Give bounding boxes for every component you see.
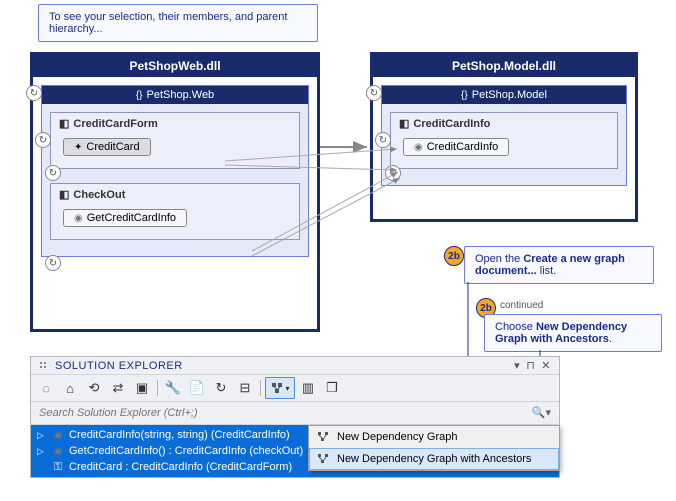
refresh-icon	[375, 132, 391, 148]
window-button[interactable]: ❐	[321, 377, 343, 399]
namespace-header-right: PetShop.Model	[382, 86, 626, 104]
property-icon	[74, 141, 82, 153]
namespace-box-left[interactable]: PetShop.Web CreditCardForm CreditCard Ch…	[41, 85, 309, 257]
member-creditcard[interactable]: CreditCard	[63, 138, 151, 156]
class-box-creditcardinfo[interactable]: CreditCardInfo CreditCardInfo	[390, 112, 618, 169]
sync-button[interactable]: ⟲	[83, 377, 105, 399]
home-button[interactable]: ⌂	[59, 377, 81, 399]
braces-icon	[136, 89, 143, 101]
show-all-button[interactable]: 📄	[186, 377, 208, 399]
collapse-button[interactable]: ⊟	[234, 377, 256, 399]
search-input[interactable]	[37, 405, 553, 421]
view-button[interactable]: ▥	[297, 377, 319, 399]
panel-title: SOLUTION EXPLORER	[55, 360, 183, 372]
step-badge-2b: 2b	[444, 246, 464, 266]
class-icon	[59, 117, 69, 130]
method-icon	[54, 445, 63, 457]
scope-button[interactable]: ▣	[131, 377, 153, 399]
namespace-header-left: PetShop.Web	[42, 86, 308, 104]
graph-icon	[315, 451, 331, 467]
graph-icon	[315, 429, 331, 445]
dll-box-left[interactable]: PetShopWeb.dll PetShop.Web CreditCardFor…	[30, 52, 320, 332]
method-icon	[414, 141, 423, 153]
class-header: CheckOut	[51, 184, 299, 205]
member-creditcardinfo[interactable]: CreditCardInfo	[403, 138, 509, 156]
class-icon	[59, 188, 69, 201]
close-icon[interactable]: ✕	[541, 359, 551, 372]
callout-top: To see your selection, their members, an…	[38, 4, 318, 42]
context-menu[interactable]: New Dependency Graph New Dependency Grap…	[308, 425, 560, 471]
method-icon	[54, 429, 63, 441]
properties-button[interactable]: 🔧	[162, 377, 184, 399]
callout-top-text: To see your selection, their members, an…	[49, 11, 287, 35]
dll-header-right: PetShop.Model.dll	[373, 55, 635, 77]
callout-open-list: Open the Create a new graph document... …	[464, 246, 654, 284]
property-icon	[54, 461, 62, 474]
namespace-box-right[interactable]: PetShop.Model CreditCardInfo CreditCardI…	[381, 85, 627, 186]
menu-item-new-graph-ancestors[interactable]: New Dependency Graph with Ancestors	[309, 448, 559, 470]
dll-box-right[interactable]: PetShop.Model.dll PetShop.Model CreditCa…	[370, 52, 638, 222]
menu-item-new-graph[interactable]: New Dependency Graph	[309, 426, 559, 448]
search-icon: 🔍▾	[532, 406, 551, 419]
toolbar: ◌ ⌂ ⟲ ⇄ ▣ 🔧 📄 ↻ ⊟ ▾ ▥ ❐	[31, 374, 559, 402]
dll-header-left: PetShopWeb.dll	[33, 55, 317, 77]
class-header: CreditCardForm	[51, 113, 299, 134]
class-icon	[399, 117, 409, 130]
refresh-button[interactable]: ↻	[210, 377, 232, 399]
method-icon	[74, 212, 83, 224]
refresh-icon	[385, 165, 401, 181]
dependency-diagram: PetShopWeb.dll PetShop.Web CreditCardFor…	[30, 52, 650, 332]
class-box-checkout[interactable]: CheckOut GetCreditCardInfo	[50, 183, 300, 240]
dropdown-icon[interactable]: ▾	[514, 359, 520, 372]
back-button[interactable]: ◌	[35, 377, 57, 399]
refresh-icon	[35, 132, 51, 148]
class-header: CreditCardInfo	[391, 113, 617, 134]
braces-icon	[461, 89, 468, 101]
refresh-icon	[45, 255, 61, 271]
panel-title-bar: SOLUTION EXPLORER ▾ ⊓ ✕	[31, 357, 559, 374]
new-graph-dropdown[interactable]: ▾	[265, 377, 295, 399]
pin-icon[interactable]: ⊓	[526, 359, 535, 372]
filter-button[interactable]: ⇄	[107, 377, 129, 399]
class-box-creditcardform[interactable]: CreditCardForm CreditCard	[50, 112, 300, 169]
refresh-icon	[45, 165, 61, 181]
callout-choose-ancestors: Choose New Dependency Graph with Ancesto…	[484, 314, 662, 352]
member-getcreditcardinfo[interactable]: GetCreditCardInfo	[63, 209, 187, 227]
continued-label: continued	[500, 300, 543, 311]
search-box[interactable]: 🔍▾	[31, 402, 559, 425]
